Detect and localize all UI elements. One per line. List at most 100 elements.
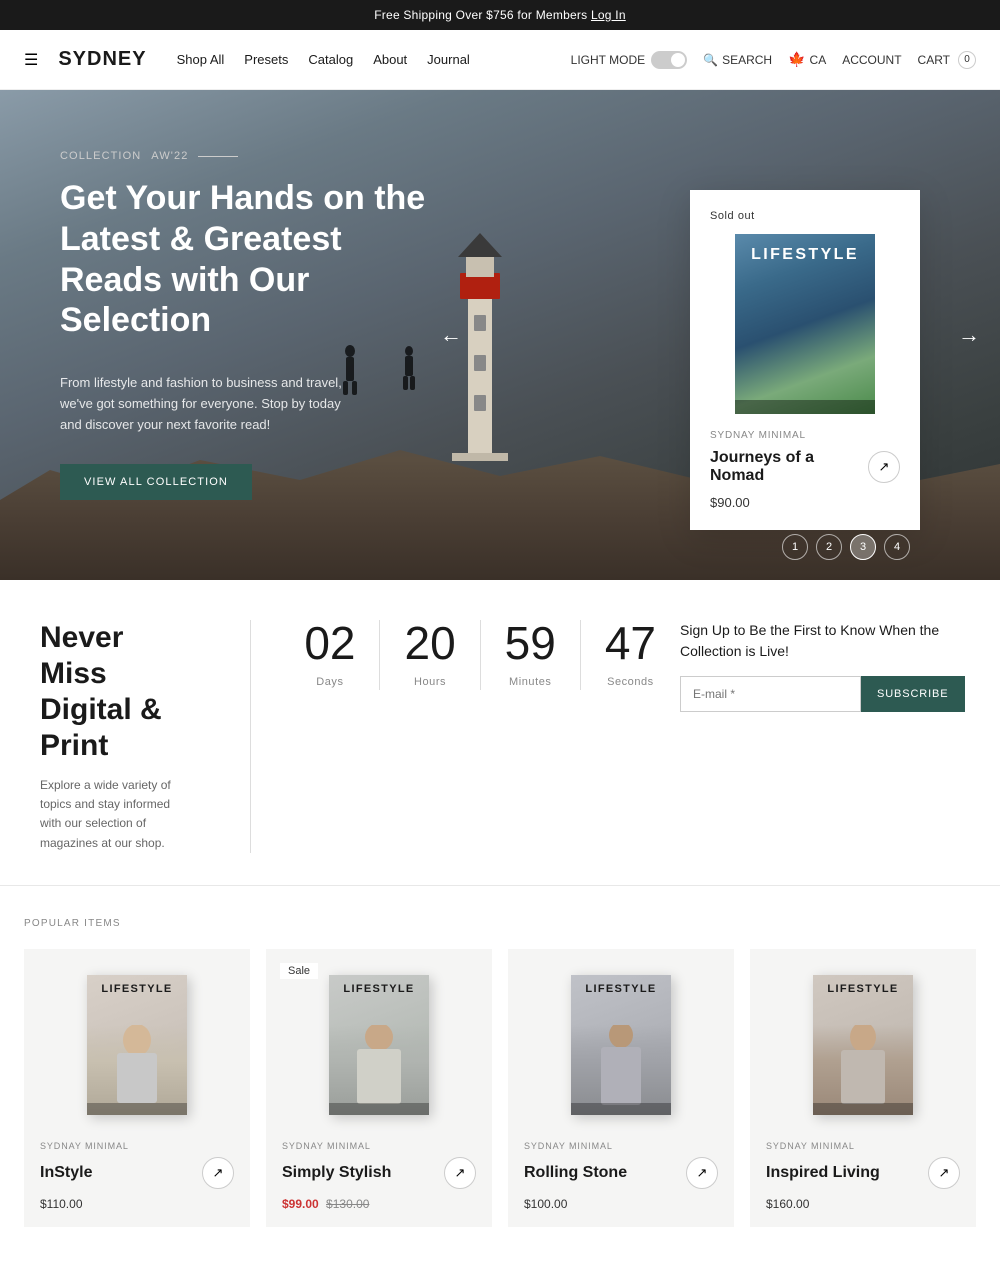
hamburger-icon[interactable]: ☰ bbox=[24, 50, 38, 70]
product-item-1: LIFESTYLE SYDNAY MINIMAL InStyle ↗ $110.… bbox=[24, 949, 250, 1227]
account-label: ACCOUNT bbox=[842, 53, 901, 67]
collection-label: COLLECTION AW'22 bbox=[60, 150, 440, 162]
hero-prev-arrow[interactable]: ← bbox=[440, 322, 462, 348]
product-name-row: Journeys of a Nomad ↗ bbox=[710, 449, 900, 485]
flag-icon: 🍁 bbox=[788, 51, 805, 68]
light-mode-toggle[interactable]: LIGHT MODE bbox=[571, 51, 687, 69]
nav-catalog[interactable]: Catalog bbox=[308, 52, 353, 67]
carousel-dot-1[interactable]: 1 bbox=[782, 534, 808, 560]
magazine-cover-3: LIFESTYLE bbox=[571, 975, 671, 1115]
countdown-signup-text: Sign Up to Be the First to Know When the… bbox=[680, 620, 960, 662]
product-arrow-button[interactable]: ↗ bbox=[868, 451, 900, 483]
carousel-dot-3[interactable]: 3 bbox=[850, 534, 876, 560]
product-name-3: Rolling Stone bbox=[524, 1164, 627, 1182]
cart-label: CART bbox=[918, 53, 950, 67]
subscribe-button[interactable]: SUBSCRIBE bbox=[861, 676, 965, 712]
nav-presets[interactable]: Presets bbox=[244, 52, 288, 67]
cover-title: LIFESTYLE bbox=[735, 246, 875, 264]
countdown-seconds-value: 47 bbox=[605, 620, 656, 666]
countdown-hours: 20 Hours bbox=[380, 620, 480, 690]
search-icon: 🔍 bbox=[703, 53, 718, 67]
product-name-1: InStyle bbox=[40, 1164, 92, 1182]
hero-next-arrow[interactable]: → bbox=[958, 322, 980, 348]
product-name: Journeys of a Nomad bbox=[710, 449, 868, 485]
product-name-4: Inspired Living bbox=[766, 1164, 880, 1182]
email-row: SUBSCRIBE bbox=[680, 676, 960, 712]
header: ☰ SYDNEY Shop All Presets Catalog About … bbox=[0, 30, 1000, 90]
announcement-text: Free Shipping Over $756 for Members bbox=[374, 8, 587, 22]
product-name-row-4: Inspired Living ↗ bbox=[766, 1157, 960, 1189]
product-1-arrow-button[interactable]: ↗ bbox=[202, 1157, 234, 1189]
products-grid: LIFESTYLE SYDNAY MINIMAL InStyle ↗ $110.… bbox=[24, 949, 976, 1227]
countdown-timer: 02 Days 20 Hours 59 Minutes 47 Seconds bbox=[280, 620, 680, 690]
countdown-days-label: Days bbox=[316, 676, 343, 688]
light-mode-label: LIGHT MODE bbox=[571, 53, 645, 67]
main-nav: Shop All Presets Catalog About Journal bbox=[177, 52, 470, 67]
product-name-row-2: Simply Stylish ↗ bbox=[282, 1157, 476, 1189]
price-sale-2: $99.00 bbox=[282, 1197, 319, 1211]
countdown-minutes-value: 59 bbox=[505, 620, 556, 666]
nav-shop-all[interactable]: Shop All bbox=[177, 52, 225, 67]
product-price-1: $110.00 bbox=[40, 1197, 234, 1211]
toggle-knob bbox=[671, 53, 685, 67]
popular-label: POPULAR ITEMS bbox=[24, 918, 976, 929]
search-label: SEARCH bbox=[722, 53, 772, 67]
product-name-row-3: Rolling Stone ↗ bbox=[524, 1157, 718, 1189]
product-price-4: $160.00 bbox=[766, 1197, 960, 1211]
popular-section: POPULAR ITEMS LIFESTYLE SYDNAY MINIMAL bbox=[0, 886, 1000, 1267]
product-brand-2: SYDNAY MINIMAL bbox=[282, 1141, 476, 1151]
nav-journal[interactable]: Journal bbox=[427, 52, 470, 67]
countdown-seconds-label: Seconds bbox=[607, 676, 654, 688]
cart-count: 0 bbox=[958, 51, 976, 69]
account-button[interactable]: ACCOUNT bbox=[842, 53, 901, 67]
product-2-arrow-button[interactable]: ↗ bbox=[444, 1157, 476, 1189]
view-collection-button[interactable]: VIEW ALL COLLECTION bbox=[60, 464, 252, 500]
hero-description: From lifestyle and fashion to business a… bbox=[60, 373, 360, 435]
carousel-dots: 1 2 3 4 bbox=[782, 534, 910, 560]
product-image-2: LIFESTYLE bbox=[282, 965, 476, 1125]
product-item-2: Sale LIFESTYLE SYDNAY MINIMAL Simply Sty… bbox=[266, 949, 492, 1227]
countdown-hours-label: Hours bbox=[414, 676, 446, 688]
price-original-2: $130.00 bbox=[326, 1197, 369, 1211]
product-image-1: LIFESTYLE bbox=[40, 965, 234, 1125]
announcement-link[interactable]: Log In bbox=[591, 8, 626, 22]
countdown-signup: Sign Up to Be the First to Know When the… bbox=[680, 620, 960, 712]
carousel-dot-2[interactable]: 2 bbox=[816, 534, 842, 560]
countdown-left: Never Miss Digital & Print Explore a wid… bbox=[40, 620, 180, 853]
hero-section: COLLECTION AW'22 Get Your Hands on the L… bbox=[0, 90, 1000, 580]
search-button[interactable]: 🔍 SEARCH bbox=[703, 53, 772, 67]
product-image-4: LIFESTYLE bbox=[766, 965, 960, 1125]
product-3-arrow-button[interactable]: ↗ bbox=[686, 1157, 718, 1189]
product-item-3: LIFESTYLE SYDNAY MINIMAL Rolling Stone ↗… bbox=[508, 949, 734, 1227]
region-selector[interactable]: 🍁 CA bbox=[788, 51, 826, 68]
logo[interactable]: SYDNEY bbox=[58, 48, 146, 71]
countdown-days-value: 02 bbox=[304, 620, 355, 666]
product-card-image: LIFESTYLE bbox=[735, 234, 875, 414]
product-name-row-1: InStyle ↗ bbox=[40, 1157, 234, 1189]
cart-button[interactable]: CART 0 bbox=[918, 51, 976, 69]
carousel-dot-4[interactable]: 4 bbox=[884, 534, 910, 560]
countdown-section: Never Miss Digital & Print Explore a wid… bbox=[0, 580, 1000, 886]
product-brand-4: SYDNAY MINIMAL bbox=[766, 1141, 960, 1151]
header-left: ☰ SYDNEY Shop All Presets Catalog About … bbox=[24, 48, 470, 71]
product-brand: SYDNAY MINIMAL bbox=[710, 430, 900, 441]
toggle-switch[interactable] bbox=[651, 51, 687, 69]
product-price-2: $99.00 $130.00 bbox=[282, 1197, 476, 1211]
email-input[interactable] bbox=[680, 676, 861, 712]
countdown-heading: Never Miss Digital & Print bbox=[40, 620, 180, 764]
product-price: $90.00 bbox=[710, 495, 900, 510]
countdown-days: 02 Days bbox=[280, 620, 380, 690]
product-name-2: Simply Stylish bbox=[282, 1164, 391, 1182]
hero-content: COLLECTION AW'22 Get Your Hands on the L… bbox=[60, 150, 440, 500]
product-price-3: $100.00 bbox=[524, 1197, 718, 1211]
product-4-arrow-button[interactable]: ↗ bbox=[928, 1157, 960, 1189]
countdown-hours-value: 20 bbox=[404, 620, 455, 666]
product-brand-1: SYDNAY MINIMAL bbox=[40, 1141, 234, 1151]
countdown-seconds: 47 Seconds bbox=[581, 620, 680, 690]
nav-about[interactable]: About bbox=[373, 52, 407, 67]
sold-out-badge: Sold out bbox=[710, 210, 900, 222]
product-brand-3: SYDNAY MINIMAL bbox=[524, 1141, 718, 1151]
product-image-3: LIFESTYLE bbox=[524, 965, 718, 1125]
magazine-cover-2: LIFESTYLE bbox=[329, 975, 429, 1115]
hero-product-card: Sold out LIFESTYLE SYDNAY MINIMAL Journe… bbox=[690, 190, 920, 530]
